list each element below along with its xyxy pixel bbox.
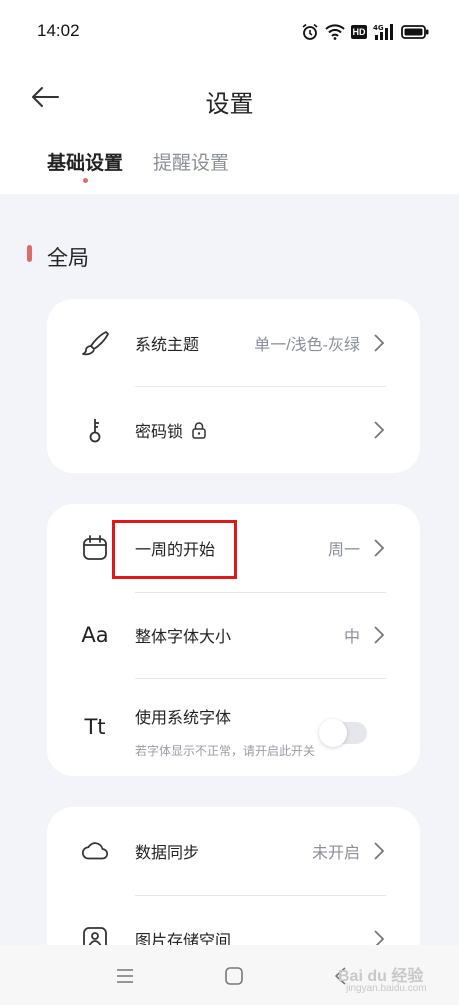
setting-value: 未开启 xyxy=(311,845,360,862)
battery-icon xyxy=(401,25,429,39)
font-size-icon: Aa xyxy=(81,623,109,647)
svg-text:4G: 4G xyxy=(373,24,384,32)
setting-label: 使用系统字体 xyxy=(135,710,232,727)
tab-label: 提醒设置 xyxy=(153,153,230,174)
status-icons: HD 4G xyxy=(301,22,429,42)
setting-value: 中 xyxy=(343,629,360,646)
active-tab-indicator xyxy=(83,178,88,183)
setting-row-password-lock[interactable]: 密码锁 xyxy=(47,386,420,473)
setting-sublabel: 若字体显示不正常，请开启此开关 xyxy=(135,744,316,758)
setting-label: 数据同步 xyxy=(135,845,200,862)
chevron-right-icon xyxy=(374,333,385,352)
setting-row-system-theme[interactable]: 系统主题 单一/浅色-灰绿 xyxy=(47,299,420,386)
section-title: 全局 xyxy=(47,247,89,270)
chevron-right-icon xyxy=(374,842,385,860)
signal-4g-icon: 4G xyxy=(373,24,393,40)
menu-icon[interactable] xyxy=(114,965,136,987)
section-marker xyxy=(27,245,32,262)
wifi-icon xyxy=(325,24,345,40)
chevron-right-icon xyxy=(374,539,385,557)
calendar-icon xyxy=(80,533,110,563)
setting-label: 整体字体大小 xyxy=(135,629,232,646)
header: 设置 基础设置 提醒设置 xyxy=(0,64,459,194)
alarm-icon xyxy=(302,23,318,40)
cloud-icon xyxy=(80,836,110,866)
settings-card-general: 系统主题 单一/浅色-灰绿 密码锁 xyxy=(47,299,420,473)
watermark-sub: jingyan.baidu.com xyxy=(346,983,427,994)
status-bar: 14:02 HD 4G xyxy=(0,0,459,64)
status-time: 14:02 xyxy=(37,21,80,40)
tab-bar: 基础设置 提醒设置 xyxy=(47,148,229,183)
highlight-annotation xyxy=(112,520,237,579)
tab-reminder-settings[interactable]: 提醒设置 xyxy=(153,148,229,175)
page-title: 设置 xyxy=(205,91,254,118)
home-icon[interactable] xyxy=(223,965,245,987)
chevron-right-icon xyxy=(374,626,385,644)
setting-value: 周一 xyxy=(327,542,360,559)
setting-label: 图片存储空间 xyxy=(135,933,232,945)
toggle-knob xyxy=(319,719,347,747)
system-font-toggle[interactable] xyxy=(319,719,367,747)
setting-label: 密码锁 xyxy=(135,418,207,442)
tab-label: 基础设置 xyxy=(47,153,124,174)
setting-label: 系统主题 xyxy=(135,336,200,354)
settings-card-data: 数据同步 未开启 图片存储空间 xyxy=(47,807,420,945)
brush-icon xyxy=(80,328,110,358)
setting-value: 单一/浅色-灰绿 xyxy=(254,336,360,354)
chevron-right-icon xyxy=(374,420,385,439)
key-icon xyxy=(80,415,110,445)
setting-row-font-size[interactable]: Aa 整体字体大小 中 xyxy=(47,592,420,678)
tab-basic-settings[interactable]: 基础设置 xyxy=(47,148,124,183)
chevron-right-icon xyxy=(374,930,385,945)
hd-badge: HD xyxy=(351,25,367,39)
setting-row-data-sync[interactable]: 数据同步 未开启 xyxy=(47,807,420,895)
image-storage-icon xyxy=(80,924,110,945)
system-font-icon: Tt xyxy=(84,715,106,739)
setting-row-system-font: Tt 使用系统字体 若字体显示不正常，请开启此开关 xyxy=(47,678,420,776)
lock-icon xyxy=(192,421,206,439)
setting-row-image-storage[interactable]: 图片存储空间 xyxy=(47,895,420,945)
